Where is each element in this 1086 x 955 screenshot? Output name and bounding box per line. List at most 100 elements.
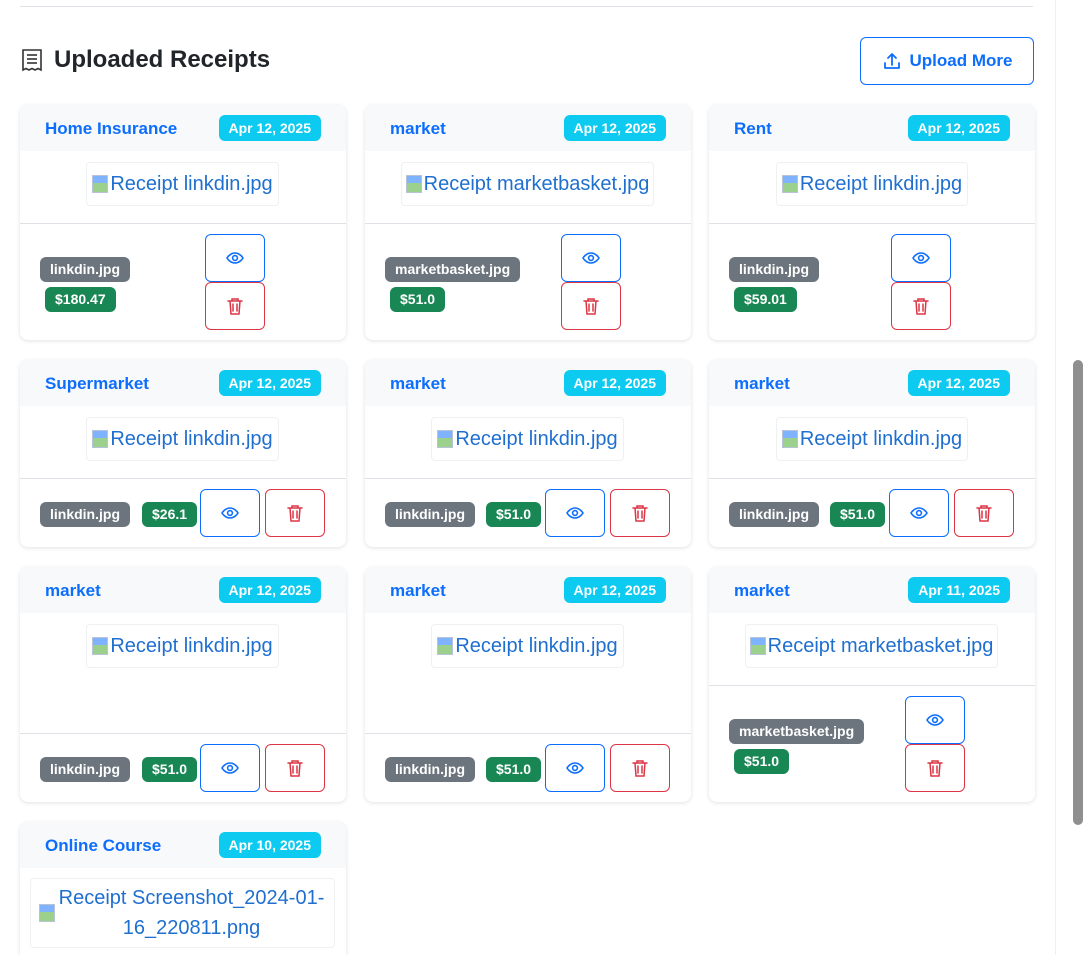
card-header: market Apr 12, 2025 [365, 105, 691, 151]
eye-icon [221, 762, 239, 774]
filename-badge: marketbasket.jpg [385, 257, 521, 282]
trash-icon [976, 505, 992, 522]
uploaded-receipts-heading: Uploaded Receipts [20, 46, 270, 74]
delete-button[interactable] [954, 489, 1014, 537]
date-badge: Apr 10, 2025 [218, 832, 321, 858]
delete-button[interactable] [265, 744, 325, 792]
receipt-image-area: Receipt linkdin.jpg [365, 406, 691, 479]
receipt-image-area: Receipt marketbasket.jpg [365, 151, 691, 224]
receipt-image[interactable]: Receipt linkdin.jpg [431, 624, 624, 668]
broken-image-icon [405, 175, 422, 193]
card-footer: marketbasket.jpg $51.0 [709, 686, 1035, 802]
card-footer: linkdin.jpg $26.1 [20, 479, 346, 547]
receipt-card: market Apr 11, 2025 Receipt marketbasket… [709, 567, 1035, 802]
receipt-title: market [390, 374, 446, 393]
eye-icon [582, 252, 600, 264]
delete-button[interactable] [561, 282, 621, 330]
filename-badge: linkdin.jpg [385, 757, 475, 782]
broken-image-icon [437, 430, 454, 448]
eye-icon [221, 507, 239, 519]
eye-icon [566, 507, 584, 519]
view-button[interactable] [889, 489, 949, 537]
delete-button[interactable] [610, 489, 670, 537]
amount-badge: $51.0 [142, 757, 198, 782]
eye-icon [566, 762, 584, 774]
receipt-image[interactable]: Receipt linkdin.jpg [86, 624, 279, 668]
trash-icon [632, 505, 648, 522]
scrollbar-thumb[interactable] [1073, 360, 1083, 825]
receipt-image[interactable]: Receipt linkdin.jpg [86, 162, 279, 206]
receipt-card: market Apr 12, 2025 Receipt linkdin.jpg … [709, 360, 1035, 547]
card-header: market Apr 12, 2025 [365, 567, 691, 613]
filename-badge: linkdin.jpg [40, 257, 130, 282]
card-footer: linkdin.jpg $51.0 [20, 734, 346, 802]
card-footer: linkdin.jpg $180.47 [20, 224, 346, 340]
trash-icon [632, 760, 648, 777]
broken-image-icon [437, 637, 454, 655]
receipt-title: market [390, 581, 446, 600]
amount-badge: $51.0 [830, 502, 886, 527]
section-divider [20, 6, 1033, 7]
receipt-image-area: Receipt linkdin.jpg [20, 406, 346, 479]
card-header: market Apr 12, 2025 [20, 567, 346, 613]
view-button[interactable] [200, 489, 260, 537]
receipt-title: market [45, 581, 101, 600]
receipt-card: Online Course Apr 10, 2025 Receipt Scree… [20, 822, 346, 955]
eye-icon [912, 252, 930, 264]
receipt-card: market Apr 12, 2025 Receipt linkdin.jpg … [20, 567, 346, 802]
receipt-card: market Apr 12, 2025 Receipt linkdin.jpg … [365, 567, 691, 802]
receipt-image[interactable]: Receipt marketbasket.jpg [745, 624, 998, 668]
image-alt-text: Receipt linkdin.jpg [110, 635, 273, 657]
image-alt-text: Receipt linkdin.jpg [455, 428, 618, 450]
receipt-image[interactable]: Receipt linkdin.jpg [86, 417, 279, 461]
receipt-image[interactable]: Receipt Screenshot_2024-01-16_220811.png [30, 878, 335, 948]
receipt-image-area: Receipt linkdin.jpg [20, 151, 346, 224]
view-button[interactable] [545, 744, 605, 792]
broken-image-icon [749, 637, 766, 655]
receipt-image[interactable]: Receipt linkdin.jpg [776, 162, 968, 206]
broken-image-icon [92, 430, 109, 448]
delete-button[interactable] [205, 282, 265, 330]
card-footer: linkdin.jpg $59.01 [709, 224, 1035, 340]
amount-badge: $26.1 [142, 502, 198, 527]
receipts-page: Uploaded Receipts Upload More Home Insur… [0, 0, 1086, 955]
receipt-image[interactable]: Receipt marketbasket.jpg [401, 162, 654, 206]
date-badge: Apr 12, 2025 [218, 370, 321, 396]
view-button[interactable] [205, 234, 265, 282]
amount-badge: $180.47 [45, 287, 116, 312]
upload-more-button[interactable]: Upload More [860, 37, 1034, 85]
receipt-image[interactable]: Receipt linkdin.jpg [776, 417, 968, 461]
date-badge: Apr 12, 2025 [907, 115, 1010, 141]
view-button[interactable] [561, 234, 621, 282]
card-header: Rent Apr 12, 2025 [709, 105, 1035, 151]
view-button[interactable] [200, 744, 260, 792]
delete-button[interactable] [610, 744, 670, 792]
card-header: market Apr 12, 2025 [709, 360, 1035, 406]
trash-icon [287, 505, 303, 522]
filename-badge: linkdin.jpg [729, 502, 819, 527]
receipt-image[interactable]: Receipt linkdin.jpg [431, 417, 624, 461]
date-badge: Apr 12, 2025 [563, 115, 666, 141]
broken-image-icon [92, 175, 109, 193]
view-button[interactable] [905, 696, 965, 744]
image-alt-text: Receipt linkdin.jpg [455, 635, 618, 657]
date-badge: Apr 11, 2025 [908, 577, 1010, 603]
receipt-card: Home Insurance Apr 12, 2025 Receipt link… [20, 105, 346, 340]
image-alt-text: Receipt linkdin.jpg [110, 428, 273, 450]
amount-badge: $59.01 [734, 287, 797, 312]
delete-button[interactable] [905, 744, 965, 792]
broken-image-icon [38, 904, 55, 922]
receipt-title: Rent [734, 119, 772, 138]
date-badge: Apr 12, 2025 [563, 370, 666, 396]
receipt-image-area: Receipt Screenshot_2024-01-16_220811.png [20, 868, 346, 955]
trash-icon [927, 760, 943, 777]
view-button[interactable] [545, 489, 605, 537]
receipt-image-area: Receipt linkdin.jpg [709, 151, 1035, 224]
view-button[interactable] [891, 234, 951, 282]
amount-badge: $51.0 [390, 287, 446, 312]
upload-more-label: Upload More [909, 51, 1013, 70]
delete-button[interactable] [891, 282, 951, 330]
broken-image-icon [781, 430, 798, 448]
delete-button[interactable] [265, 489, 325, 537]
receipt-title: Supermarket [45, 374, 149, 393]
